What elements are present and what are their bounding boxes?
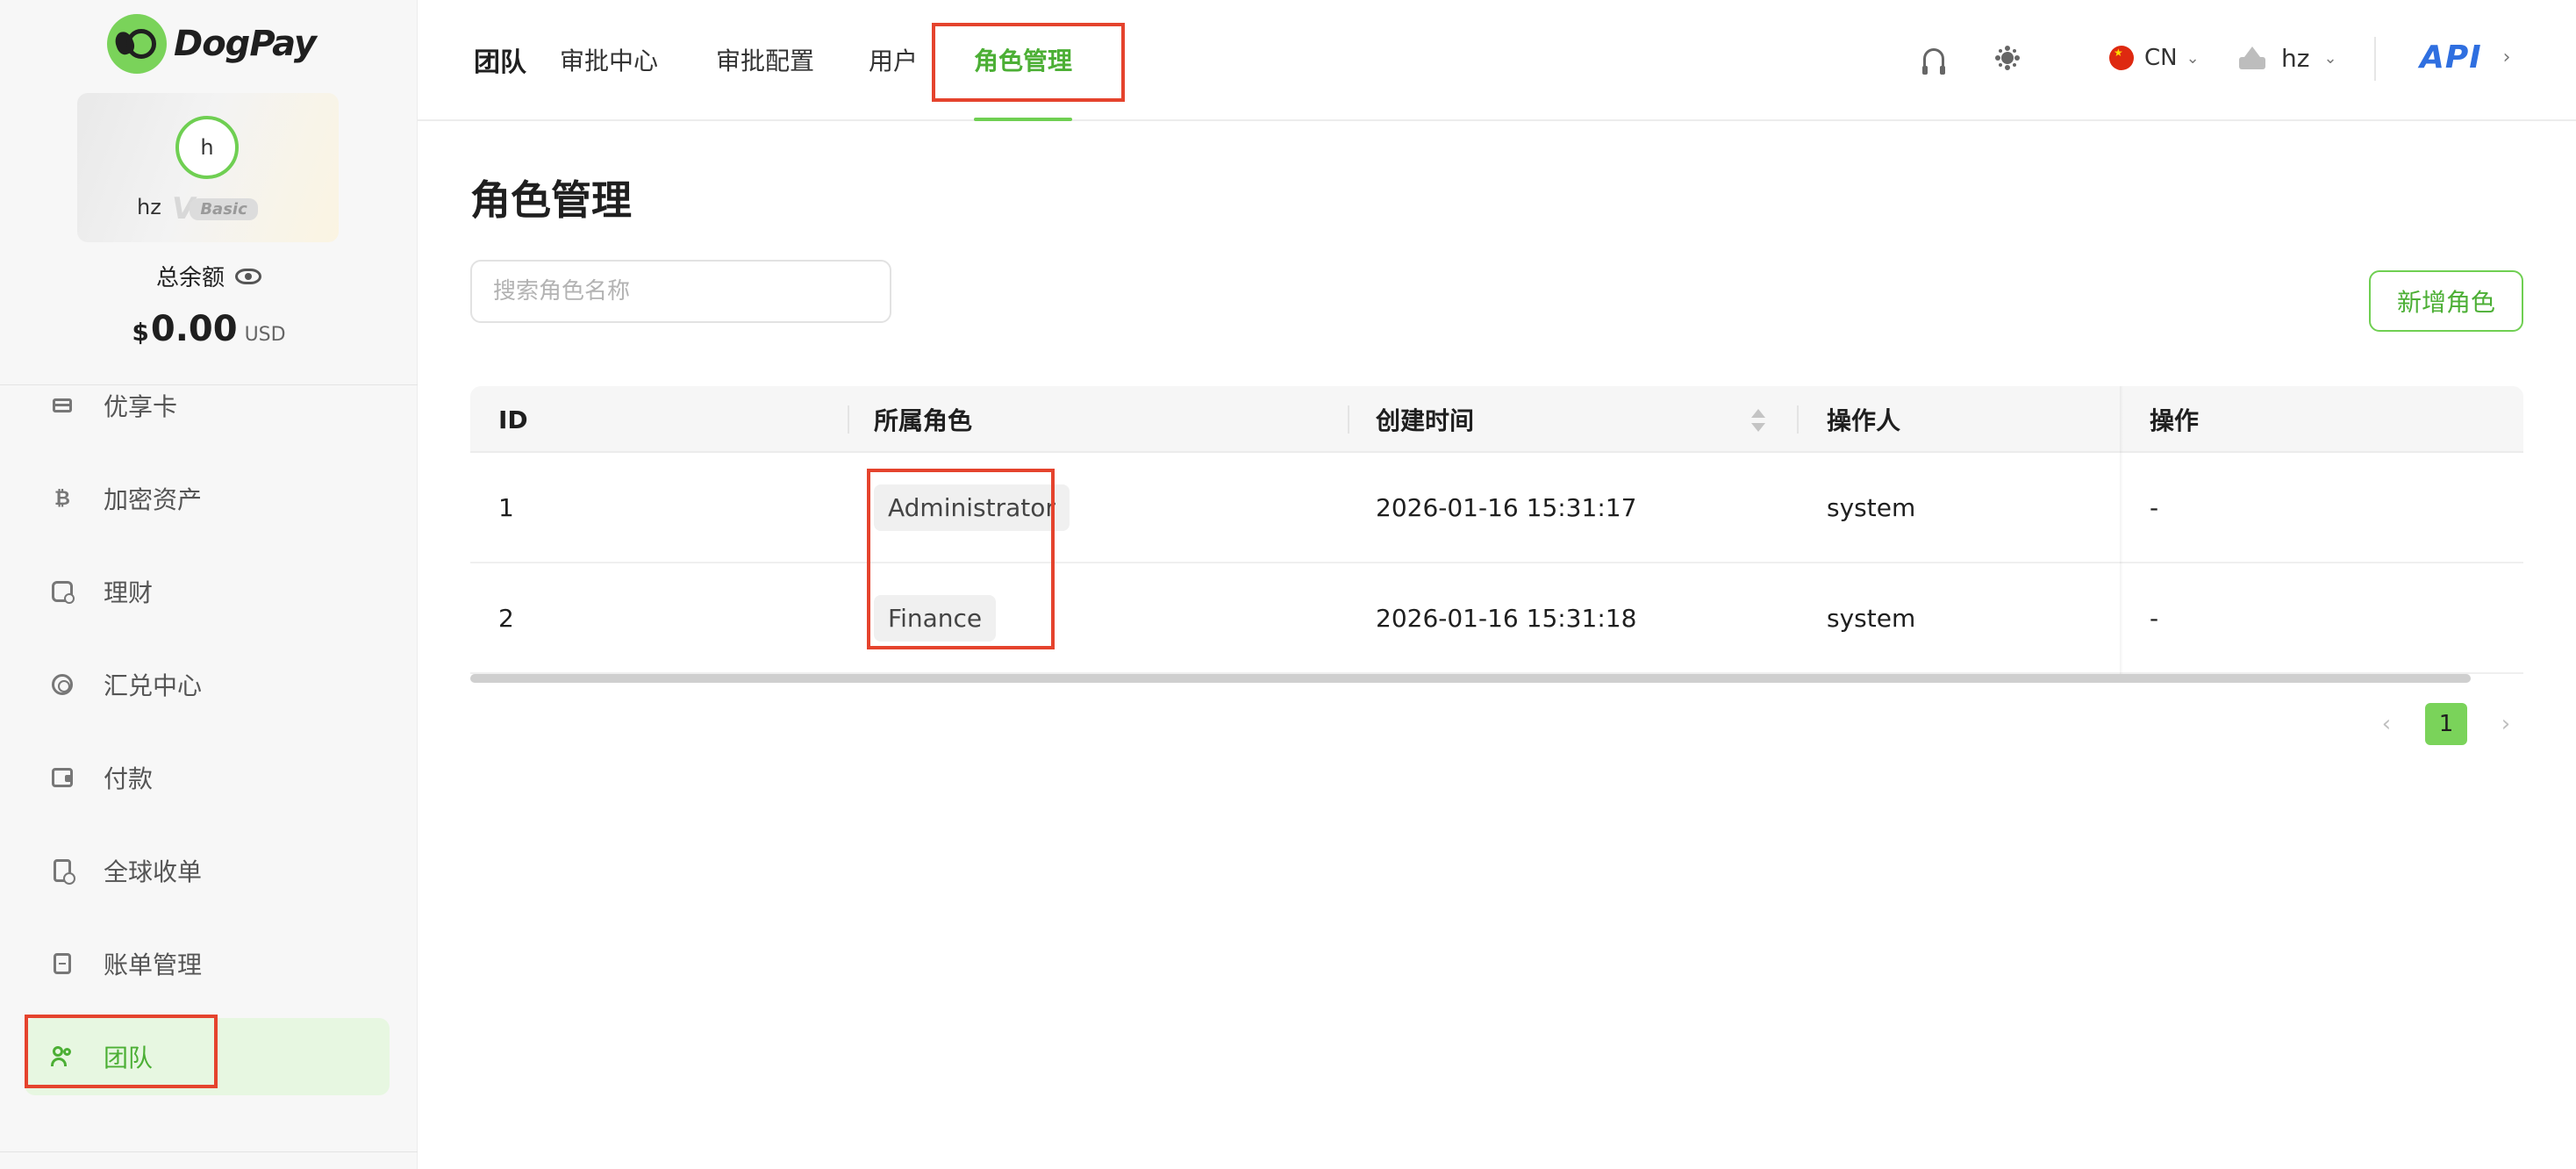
profile-name: hz <box>137 195 161 219</box>
sidebar-item-label: 优享卡 <box>104 392 178 421</box>
tab-active-indicator <box>974 118 1073 121</box>
role-tag: Administrator <box>874 484 1070 531</box>
dog-logo-icon <box>107 14 167 74</box>
tab-team[interactable]: 团队 <box>474 0 526 119</box>
sidebar-item-label: 汇兑中心 <box>104 671 203 700</box>
role-tag: Finance <box>874 594 997 642</box>
sun-icon[interactable] <box>1992 42 2023 74</box>
wallet-icon <box>49 764 75 791</box>
exchange-icon <box>49 671 75 698</box>
clipboard-icon <box>49 857 75 885</box>
avatar: h <box>175 116 239 179</box>
sidebar-bottom-divider <box>0 1151 418 1152</box>
top-bar: 团队 审批中心 审批配置 用户 角色管理 CN ⌄ hz ⌄ API › <box>418 0 2576 121</box>
fixed-column-shadow <box>2120 386 2123 676</box>
tab-approval-config[interactable]: 审批配置 <box>716 0 814 119</box>
sidebar-item-label: 团队 <box>104 1043 154 1072</box>
roles-table: ID 所属角色 创建时间 操作人 操作 1 Administrator 2026… <box>470 386 2523 683</box>
balance-currency: USD <box>244 324 286 346</box>
column-separator <box>848 405 849 434</box>
api-link[interactable]: API › <box>2420 35 2510 79</box>
china-flag-icon <box>2109 46 2134 70</box>
tab-label: 角色管理 <box>974 47 1073 75</box>
chevron-right-icon: › <box>2502 46 2511 68</box>
sidebar-item-team[interactable]: 团队 <box>25 1018 390 1095</box>
vip-level: Basic <box>190 197 258 220</box>
sidebar-item-label: 理财 <box>104 578 154 607</box>
cell-id: 2 <box>498 603 514 633</box>
cell-id: 1 <box>498 492 514 522</box>
table-row: 1 Administrator 2026-01-16 15:31:17 syst… <box>470 453 2523 563</box>
team-icon <box>49 1043 75 1070</box>
table-header: ID 所属角色 创建时间 操作人 操作 <box>470 386 2523 453</box>
column-header-created[interactable]: 创建时间 <box>1376 386 1474 453</box>
sidebar-item-card[interactable]: 优享卡 <box>25 367 390 444</box>
sidebar-item-acquiring[interactable]: 全球收单 <box>25 832 390 909</box>
next-page-button[interactable]: › <box>2488 711 2523 737</box>
sidebar: DogPay h hz V Basic 总余额 $ 0.00 USD 优享卡 ₿… <box>0 0 418 1169</box>
add-role-button[interactable]: 新增角色 <box>2369 270 2523 332</box>
horizontal-scrollbar[interactable] <box>470 674 2471 683</box>
vip-badge: V Basic <box>172 191 258 226</box>
topbar-divider <box>2374 37 2376 81</box>
sidebar-item-label: 加密资产 <box>104 485 203 514</box>
tab-users[interactable]: 用户 <box>869 0 918 119</box>
cell-operator: system <box>1827 603 1916 633</box>
headset-icon[interactable] <box>1918 42 1950 75</box>
sidebar-item-crypto[interactable]: ₿ 加密资产 <box>25 460 390 537</box>
crown-icon <box>2239 47 2265 69</box>
cell-role: Finance <box>874 563 997 672</box>
balance-symbol: $ <box>132 318 149 347</box>
cell-created: 2026-01-16 15:31:18 <box>1376 603 1637 633</box>
finance-icon <box>49 578 75 605</box>
page-title: 角色管理 <box>470 176 632 224</box>
sidebar-item-finance[interactable]: 理财 <box>25 553 390 630</box>
language-code: CN <box>2144 45 2178 71</box>
sidebar-item-exchange[interactable]: 汇兑中心 <box>25 646 390 723</box>
balance-title: 总余额 <box>0 260 418 292</box>
sidebar-item-label: 全球收单 <box>104 857 203 886</box>
brand-logo[interactable]: DogPay <box>107 14 317 74</box>
prev-page-button[interactable]: ‹ <box>2369 711 2404 737</box>
pagination: ‹ 1 › <box>2369 702 2523 746</box>
sidebar-item-label: 付款 <box>104 764 154 793</box>
column-header-action: 操作 <box>2150 406 2200 435</box>
brand-name: DogPay <box>174 24 317 64</box>
bitcoin-icon: ₿ <box>54 488 70 510</box>
tab-role-management[interactable]: 角色管理 <box>974 0 1073 121</box>
chevron-down-icon: ⌄ <box>2186 48 2200 68</box>
cell-action: - <box>2150 492 2159 522</box>
page-number-current[interactable]: 1 <box>2425 703 2467 745</box>
column-separator <box>1348 405 1349 434</box>
user-menu[interactable]: hz ⌄ <box>2239 40 2337 75</box>
sidebar-item-payment[interactable]: 付款 <box>25 739 390 816</box>
column-header-id: ID <box>498 405 528 434</box>
language-selector[interactable]: CN ⌄ <box>2109 40 2200 75</box>
balance-amount: $ 0.00 USD <box>0 309 418 349</box>
eye-icon[interactable] <box>235 268 261 284</box>
sort-icon[interactable] <box>1750 407 1767 434</box>
sidebar-item-label: 账单管理 <box>104 950 203 979</box>
card-icon <box>49 392 75 419</box>
tab-approval-center[interactable]: 审批中心 <box>560 0 658 119</box>
cell-created: 2026-01-16 15:31:17 <box>1376 492 1637 522</box>
cell-operator: system <box>1827 492 1916 522</box>
user-name: hz <box>2281 43 2310 73</box>
search-input[interactable] <box>470 260 891 323</box>
sidebar-item-bills[interactable]: 账单管理 <box>25 925 390 1002</box>
column-separator <box>1797 405 1799 434</box>
column-header-operator: 操作人 <box>1827 406 1901 435</box>
profile-card[interactable]: h hz V Basic <box>77 93 339 242</box>
cell-role: Administrator <box>874 453 1070 562</box>
table-row: 2 Finance 2026-01-16 15:31:18 system - <box>470 563 2523 674</box>
api-label: API <box>2420 39 2482 75</box>
cell-action: - <box>2150 603 2159 633</box>
column-header-role: 所属角色 <box>874 406 973 435</box>
balance-value: 0.00 <box>150 309 238 349</box>
balance-label: 总余额 <box>155 265 225 291</box>
bill-icon <box>49 950 75 977</box>
chevron-down-icon: ⌄ <box>2323 48 2337 68</box>
